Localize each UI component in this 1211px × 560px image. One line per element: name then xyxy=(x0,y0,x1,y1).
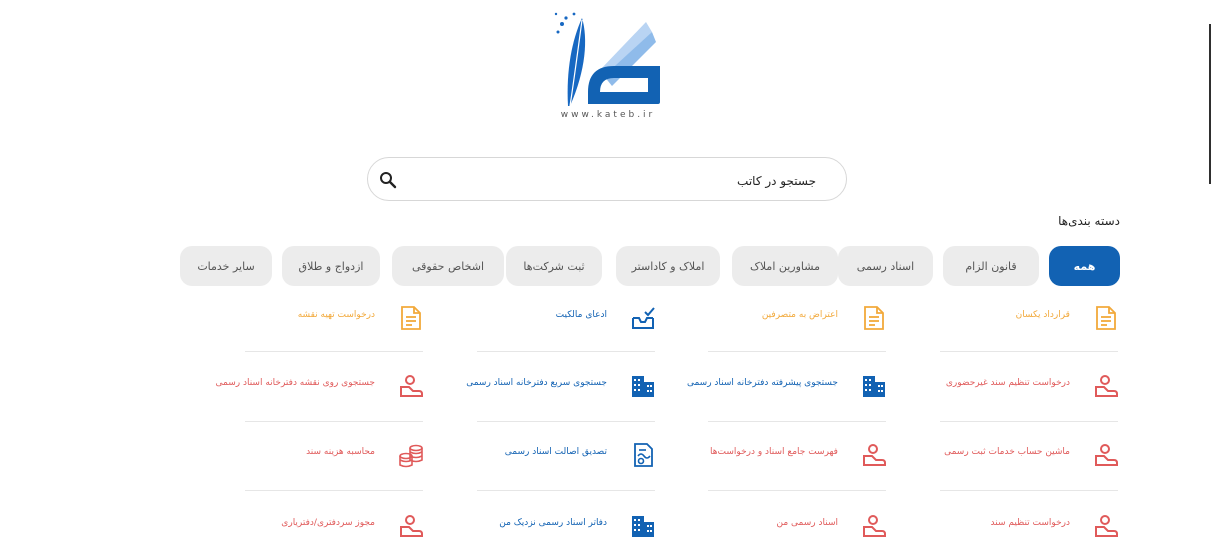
service-label: محاسبه هزینه سند xyxy=(306,447,375,457)
service-label: دفاتر اسناد رسمی نزدیک من xyxy=(499,518,607,528)
tab-real-estate-advisors[interactable]: مشاورین املاک xyxy=(732,246,838,286)
inbox-check-icon xyxy=(629,304,657,332)
divider xyxy=(477,490,655,491)
service-item-uniform-contract[interactable]: قرارداد یکسان xyxy=(940,300,1120,336)
kateb-logo[interactable] xyxy=(548,10,668,122)
service-item-documents-requests-list[interactable]: فهرست جامع اسناد و درخواست‌ها xyxy=(708,437,888,473)
hand-person-icon xyxy=(1092,372,1120,400)
tab-all[interactable]: همه xyxy=(1049,246,1120,286)
divider xyxy=(245,351,423,352)
document-icon xyxy=(1092,304,1120,332)
hand-person-icon xyxy=(860,512,888,540)
tab-ilzam-law[interactable]: قانون الزام xyxy=(943,246,1039,286)
logo-url-text: www.kateb.ir xyxy=(560,110,656,120)
service-label: ماشین حساب خدمات ثبت رسمی xyxy=(944,447,1070,457)
service-label: اسناد رسمی من xyxy=(776,518,839,528)
divider xyxy=(245,421,423,422)
service-label: قرارداد یکسان xyxy=(1015,310,1070,320)
certificate-icon xyxy=(629,441,657,469)
tab-company-registration[interactable]: ثبت شرکت‌ها xyxy=(506,246,602,286)
service-item-notary-map-search[interactable]: جستجوی روی نقشه دفترخانه اسناد رسمی xyxy=(216,368,425,404)
service-label: درخواست تنظیم سند xyxy=(990,518,1070,528)
service-label: مجوز سردفتری/دفتریاری xyxy=(281,518,375,528)
divider xyxy=(708,421,886,422)
service-item-advanced-notary-search[interactable]: جستجوی پیشرفته دفترخانه اسناد رسمی xyxy=(687,368,888,404)
building-icon xyxy=(860,372,888,400)
hand-person-icon xyxy=(1092,441,1120,469)
service-label: اعتراض به متصرفین xyxy=(761,310,838,320)
tab-official-documents[interactable]: اسناد رسمی xyxy=(838,246,933,286)
service-item-document-authenticity[interactable]: تصدیق اصالت اسناد رسمی xyxy=(477,437,657,473)
service-item-nearby-notaries[interactable]: دفاتر اسناد رسمی نزدیک من xyxy=(477,508,657,544)
document-icon xyxy=(397,304,425,332)
service-item-ownership-claim[interactable]: ادعای مالکیت xyxy=(477,300,657,336)
search-box[interactable] xyxy=(367,157,847,201)
hand-person-icon xyxy=(397,512,425,540)
building-icon xyxy=(629,512,657,540)
service-label: فهرست جامع اسناد و درخواست‌ها xyxy=(710,447,838,457)
category-tabs: همه قانون الزام اسناد رسمی مشاورین املاک… xyxy=(160,246,1120,286)
divider xyxy=(708,490,886,491)
building-icon xyxy=(629,372,657,400)
divider xyxy=(708,351,886,352)
service-item-my-official-documents[interactable]: اسناد رسمی من xyxy=(708,508,888,544)
tab-other-services[interactable]: سایر خدمات xyxy=(180,246,272,286)
divider xyxy=(245,490,423,491)
coins-icon xyxy=(397,441,425,469)
divider xyxy=(477,421,655,422)
tab-property-cadastre[interactable]: املاک و کاداستر xyxy=(616,246,720,286)
service-item-notary-license[interactable]: مجوز سردفتری/دفتریاری xyxy=(245,508,425,544)
search-input[interactable] xyxy=(434,170,818,192)
divider xyxy=(940,421,1118,422)
hand-person-icon xyxy=(1092,512,1120,540)
categories-title: دسته بندی‌ها xyxy=(1058,214,1120,228)
service-label: تصدیق اصالت اسناد رسمی xyxy=(504,447,607,457)
service-item-objection-occupants[interactable]: اعتراض به متصرفین xyxy=(708,300,888,336)
service-item-map-request[interactable]: درخواست تهیه نقشه xyxy=(245,300,425,336)
divider xyxy=(940,351,1118,352)
search-icon[interactable] xyxy=(378,170,398,190)
service-item-document-cost[interactable]: محاسبه هزینه سند xyxy=(245,437,425,473)
service-label: درخواست تنظیم سند غیرحضوری xyxy=(945,378,1070,388)
divider xyxy=(477,351,655,352)
service-item-remote-document-request[interactable]: درخواست تنظیم سند غیرحضوری xyxy=(940,368,1120,404)
service-item-quick-notary-search[interactable]: جستجوی سریع دفترخانه اسناد رسمی xyxy=(466,368,657,404)
hand-person-icon xyxy=(860,441,888,469)
service-item-registration-fee-calculator[interactable]: ماشین حساب خدمات ثبت رسمی xyxy=(940,437,1120,473)
service-item-document-request[interactable]: درخواست تنظیم سند xyxy=(940,508,1120,544)
tab-marriage-divorce[interactable]: ازدواج و طلاق xyxy=(282,246,380,286)
hand-person-icon xyxy=(397,372,425,400)
tab-legal-persons[interactable]: اشخاص حقوقی xyxy=(392,246,504,286)
service-label: جستجوی روی نقشه دفترخانه اسناد رسمی xyxy=(215,378,376,388)
document-icon xyxy=(860,304,888,332)
divider xyxy=(940,490,1118,491)
service-label: ادعای مالکیت xyxy=(555,310,607,320)
service-label: درخواست تهیه نقشه xyxy=(297,310,375,320)
service-label: جستجوی سریع دفترخانه اسناد رسمی xyxy=(466,378,607,388)
service-label: جستجوی پیشرفته دفترخانه اسناد رسمی xyxy=(686,378,838,388)
